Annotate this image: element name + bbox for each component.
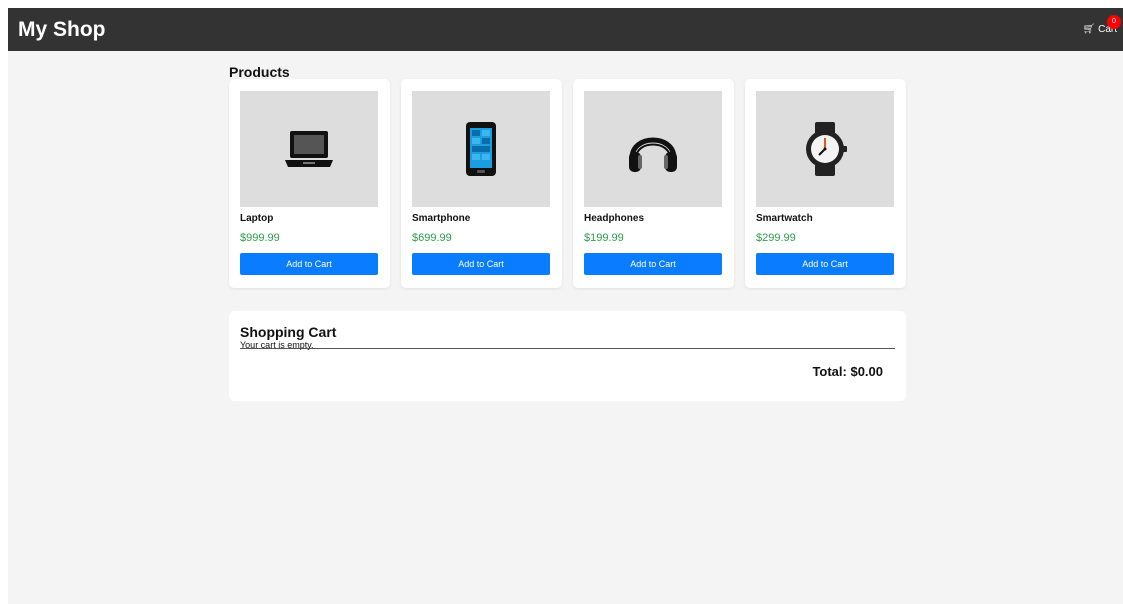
product-card-headphones: Headphones $199.99 Add to Cart [573, 79, 734, 288]
product-name: Headphones [584, 213, 645, 224]
top-bar: My Shop 🛒︎ Cart 0 [8, 8, 1123, 51]
shopping-cart-panel: Shopping Cart Your cart is empty. Total:… [229, 311, 906, 401]
product-image [584, 91, 722, 207]
smartwatch-icon [806, 122, 847, 176]
product-name: Smartphone [412, 213, 471, 224]
product-price: $699.99 [412, 232, 452, 244]
add-to-cart-button[interactable]: Add to Cart [412, 253, 550, 275]
product-name: Smartwatch [756, 213, 813, 224]
cart-title: Shopping Cart [240, 324, 337, 340]
product-price: $999.99 [240, 232, 280, 244]
page: My Shop 🛒︎ Cart 0 Products Laptop $999.9… [8, 8, 1123, 604]
headphones-icon [629, 137, 677, 172]
add-to-cart-button[interactable]: Add to Cart [756, 253, 894, 275]
product-image [756, 91, 894, 207]
product-card-laptop: Laptop $999.99 Add to Cart [229, 79, 390, 288]
laptop-icon [285, 131, 333, 167]
products-heading: Products [229, 64, 290, 80]
add-to-cart-button[interactable]: Add to Cart [584, 253, 722, 275]
product-price: $199.99 [584, 232, 624, 244]
smartphone-icon [466, 122, 496, 176]
add-to-cart-button[interactable]: Add to Cart [240, 253, 378, 275]
cart-icon: 🛒︎ [1082, 24, 1096, 35]
product-card-smartphone: Smartphone $699.99 Add to Cart [401, 79, 562, 288]
cart-link[interactable]: 🛒︎ Cart 0 [1082, 15, 1121, 35]
cart-total: Total: $0.00 [812, 364, 883, 379]
product-image [412, 91, 550, 207]
product-image [240, 91, 378, 207]
cart-count-badge: 0 [1107, 15, 1121, 29]
product-price: $299.99 [756, 232, 796, 244]
product-card-smartwatch: Smartwatch $299.99 Add to Cart [745, 79, 906, 288]
cart-divider [240, 348, 895, 349]
product-name: Laptop [240, 213, 274, 224]
shop-title: My Shop [18, 18, 106, 41]
